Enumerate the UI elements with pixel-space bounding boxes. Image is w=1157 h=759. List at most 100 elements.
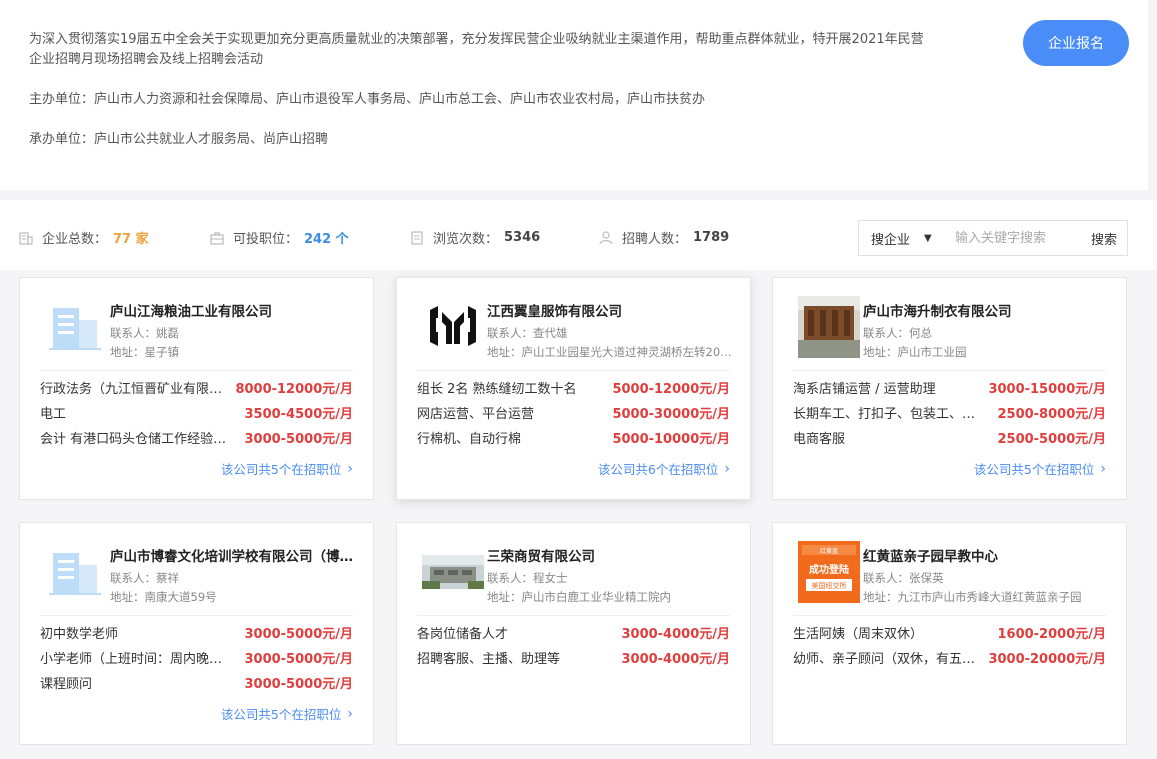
job-title: 幼师、亲子顾问（双休，有五险） [793,652,989,667]
job-item[interactable]: 长期车工、打扣子、包装工、烫工 2500-8000元/月 [793,403,1106,423]
job-title: 会计 有港口码头仓储工作经验优先 [40,432,240,447]
company-card[interactable]: 庐山江海粮油工业有限公司 联系人：姚磊 地址：星子镇 行政法务（九江恒晋矿业有限… [19,277,374,500]
job-salary: 3000-5000元/月 [244,432,353,447]
poster-headline-text: 成功登陆 [809,563,849,576]
job-item[interactable]: 行政法务（九江恒晋矿业有限公司） 8000-12000元/月 [40,378,353,398]
poster-sub-text: 美国纽交所 [812,581,847,590]
company-address: 地址：庐山市白鹿工业华业精工院内 [487,590,671,604]
job-salary: 3500-4500元/月 [244,407,353,422]
job-item[interactable]: 课程顾问 3000-5000元/月 [40,673,353,693]
intro-text: 为深入贯彻落实19届五中全会关于实现更加充分更高质量就业的决策部署，充分发挥民营… [29,32,924,67]
company-address: 地址：庐山市工业园 [863,345,967,359]
job-item[interactable]: 初中数学老师 3000-5000元/月 [40,623,353,643]
stat-hires-label: 招聘人数： [622,232,688,247]
more-positions-link[interactable]: 该公司共5个在招职位 › [221,704,353,723]
job-item[interactable]: 网店运营、平台运营 5000-30000元/月 [417,403,730,423]
register-button[interactable]: 企业报名 [1023,20,1129,66]
job-salary: 3000-4000元/月 [621,652,730,667]
job-item[interactable]: 各岗位储备人才 3000-4000元/月 [417,623,730,643]
job-title: 行政法务（九江恒晋矿业有限公司） [40,382,236,397]
user-icon [599,230,613,244]
company-address: 地址：庐山工业园星光大道过神灵湖桥左转200米 [487,345,737,359]
stat-positions: 可投职位： 242 个 [209,228,349,247]
job-item[interactable]: 幼师、亲子顾问（双休，有五险） 3000-20000元/月 [793,648,1106,668]
chevron-right-icon: › [1100,460,1106,477]
job-title: 生活阿姨（周末双休） [793,627,924,642]
company-card[interactable]: 庐山市海升制衣有限公司 联系人：何总 地址：庐山市工业园 淘系店铺运营 / 运营… [772,277,1127,500]
building-icon [49,308,101,350]
chevron-right-icon: › [347,705,353,722]
chevron-right-icon: › [347,460,353,477]
stats-bar: 企业总数： 77 家 可投职位： 242 个 浏览次数： 5346 招聘人数： … [0,200,1157,270]
intro-banner: 为深入贯彻落实19届五中全会关于实现更加充分更高质量就业的决策部署，充分发挥民营… [0,0,1148,190]
company-address: 地址：南康大道59号 [110,590,217,604]
job-item[interactable]: 淘系店铺运营 / 运营助理 3000-15000元/月 [793,378,1106,398]
job-salary: 2500-8000元/月 [997,407,1106,422]
stat-views-value: 5346 [504,230,541,245]
more-positions-link[interactable]: 该公司共6个在招职位 › [598,459,730,478]
company-contact: 联系人：姚磊 [110,326,179,340]
more-positions-label: 该公司共5个在招职位 [220,707,342,722]
job-salary: 3000-5000元/月 [244,627,353,642]
more-positions-link[interactable]: 该公司共5个在招职位 › [221,459,353,478]
document-icon [411,230,423,245]
company-address: 地址：星子镇 [110,345,179,359]
job-item[interactable]: 电商客服 2500-5000元/月 [793,428,1106,448]
more-positions-link[interactable]: 该公司共5个在招职位 › [974,459,1106,478]
divider [793,615,1106,616]
job-salary: 3000-20000元/月 [988,652,1106,667]
stat-views-label: 浏览次数： [433,232,499,247]
organizer-units: 承办单位：庐山市公共就业人才服务局、尚庐山招聘 [29,132,329,147]
company-name[interactable]: 江西翼皇服饰有限公司 [487,300,732,320]
job-title: 网店运营、平台运营 [417,407,535,422]
company-card[interactable]: 江西翼皇服饰有限公司 联系人：查代雄 地址：庐山工业园星光大道过神灵湖桥左转20… [396,277,751,500]
company-contact: 联系人：何总 [863,326,932,340]
company-name[interactable]: 庐山市海升制衣有限公司 [863,300,1108,320]
company-contact: 联系人：程女士 [487,571,568,585]
divider [793,370,1106,371]
job-salary: 3000-15000元/月 [988,382,1106,397]
job-title: 小学老师（上班时间：周内晚上及周末） [40,652,244,667]
company-name[interactable]: 三荣商贸有限公司 [487,545,732,565]
company-name[interactable]: 庐山江海粮油工业有限公司 [110,300,355,320]
stat-views: 浏览次数： 5346 [409,228,540,247]
storefront-photo [798,296,860,358]
job-title: 行棉机、自动行棉 [417,432,522,447]
more-positions-label: 该公司共5个在招职位 [973,462,1095,477]
search-type-select[interactable]: 搜企业 ▼ [859,229,953,248]
search-button[interactable]: 搜索 [1091,229,1117,248]
job-item[interactable]: 行棉机、自动行棉 5000-10000元/月 [417,428,730,448]
job-salary: 1600-2000元/月 [997,627,1106,642]
divider [417,370,730,371]
company-name[interactable]: 红黄蓝亲子园早教中心 [863,545,1108,565]
search-input[interactable] [953,229,1077,247]
more-positions-label: 该公司共6个在招职位 [597,462,719,477]
more-positions-label: 该公司共5个在招职位 [220,462,342,477]
job-item[interactable]: 小学老师（上班时间：周内晚上及周末） 3000-5000元/月 [40,648,353,668]
factory-photo [422,541,484,603]
company-card[interactable]: 庐山市博睿文化培训学校有限公司（博睿教育） 联系人：蔡祥 地址：南康大道59号 … [19,522,374,745]
job-salary: 5000-10000元/月 [612,432,730,447]
company-name[interactable]: 庐山市博睿文化培训学校有限公司（博睿教育） [110,545,355,565]
job-item[interactable]: 组长 2名 熟练缝纫工数十名 5000-12000元/月 [417,378,730,398]
job-item[interactable]: 生活阿姨（周末双休） 1600-2000元/月 [793,623,1106,643]
company-card[interactable]: 红黄蓝 成功登陆 美国纽交所 红黄蓝亲子园早教中心 联系人：张保英 地址：九江市… [772,522,1127,745]
divider [40,615,353,616]
stat-positions-value: 242 个 [304,232,349,247]
job-item[interactable]: 招聘客服、主播、助理等 3000-4000元/月 [417,648,730,668]
search-box: 搜企业 ▼ 搜索 [858,220,1128,256]
job-item[interactable]: 会计 有港口码头仓储工作经验优先 3000-5000元/月 [40,428,353,448]
job-salary: 8000-12000元/月 [235,382,353,397]
stat-companies-value: 77 家 [113,232,149,247]
job-title: 招聘客服、主播、助理等 [417,652,561,667]
job-title: 组长 2名 熟练缝纫工数十名 [417,382,577,397]
job-title: 各岗位储备人才 [417,627,509,642]
job-title: 初中数学老师 [40,627,119,642]
job-salary: 5000-30000元/月 [612,407,730,422]
company-card[interactable]: 三荣商贸有限公司 联系人：程女士 地址：庐山市白鹿工业华业精工院内 各岗位储备人… [396,522,751,745]
divider [40,370,353,371]
stat-companies-label: 企业总数： [42,232,108,247]
company-contact: 联系人：张保英 [863,571,944,585]
job-item[interactable]: 电工 3500-4500元/月 [40,403,353,423]
job-salary: 3000-4000元/月 [621,627,730,642]
